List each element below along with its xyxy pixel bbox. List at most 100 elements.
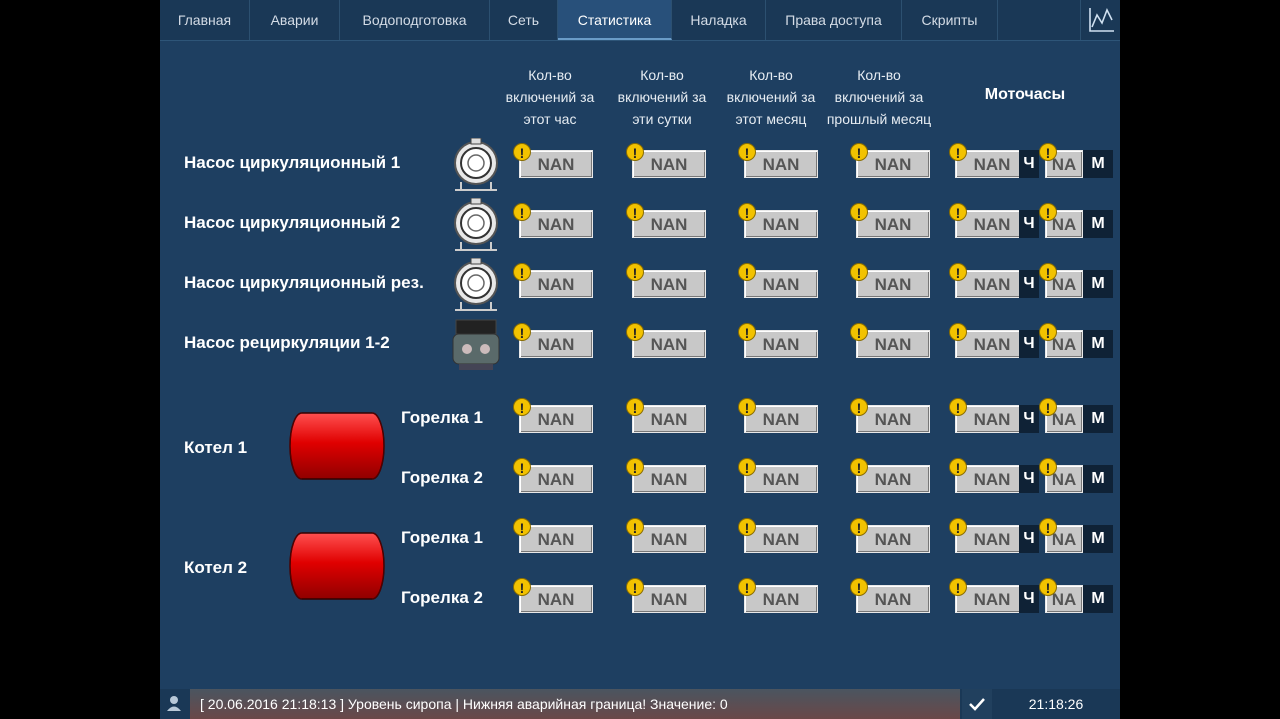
tab-item[interactable]: Права доступа [766, 0, 902, 40]
warning-icon: ! [850, 578, 868, 596]
warning-icon: ! [738, 398, 756, 416]
boiler-tank-icon[interactable] [288, 531, 386, 606]
warning-icon: ! [513, 458, 531, 476]
warning-icon: ! [738, 263, 756, 281]
warning-icon: ! [738, 518, 756, 536]
tab-item[interactable]: Скрипты [902, 0, 998, 40]
warning-icon: ! [738, 323, 756, 341]
boiler2-burner1-unit-hours: Ч [1019, 525, 1039, 553]
pump4-unit-minutes: М [1083, 330, 1113, 358]
boiler2-burner2-unit-minutes: М [1083, 585, 1113, 613]
warning-icon: ! [513, 578, 531, 596]
col-header-day: Кол-во включений за эти сутки [617, 67, 707, 127]
pump3-unit-minutes: М [1083, 270, 1113, 298]
warning-icon: ! [1039, 398, 1057, 416]
user-icon[interactable] [160, 689, 188, 719]
acknowledge-check-icon[interactable] [962, 689, 992, 719]
warning-icon: ! [738, 143, 756, 161]
label-boiler1: Котел 1 [184, 438, 248, 457]
col-header-last-month: Кол-во включений за прошлый месяц [826, 67, 932, 127]
warning-icon: ! [513, 143, 531, 161]
pump2-unit-hours: Ч [1019, 210, 1039, 238]
label-boiler2-burner1: Горелка 1 [401, 528, 483, 547]
col-header-motohours: Моточасы [984, 86, 1066, 103]
warning-icon: ! [626, 263, 644, 281]
boiler1-burner2-unit-minutes: М [1083, 465, 1113, 493]
pump-icon[interactable] [451, 197, 501, 257]
label-pump3: Насос циркуляционный рез. [184, 273, 424, 292]
warning-icon: ! [949, 143, 967, 161]
warning-icon: ! [626, 578, 644, 596]
warning-icon: ! [949, 323, 967, 341]
label-pump4: Насос рециркуляции 1-2 [184, 333, 390, 352]
warning-icon: ! [513, 203, 531, 221]
warning-icon: ! [949, 458, 967, 476]
trend-chart-icon[interactable] [1080, 0, 1120, 40]
label-pump2: Насос циркуляционный 2 [184, 213, 401, 232]
clock: 21:18:26 [1028, 696, 1084, 712]
warning-icon: ! [850, 398, 868, 416]
warning-icon: ! [949, 578, 967, 596]
warning-icon: ! [1039, 518, 1057, 536]
warning-icon: ! [949, 518, 967, 536]
warning-icon: ! [626, 398, 644, 416]
warning-icon: ! [850, 263, 868, 281]
tab-item[interactable]: Статистика [558, 0, 672, 40]
warning-icon: ! [850, 518, 868, 536]
boiler2-burner1-unit-minutes: М [1083, 525, 1113, 553]
warning-icon: ! [513, 518, 531, 536]
warning-icon: ! [513, 398, 531, 416]
warning-icon: ! [738, 578, 756, 596]
label-boiler2-burner2: Горелка 2 [401, 588, 483, 607]
pump2-unit-minutes: М [1083, 210, 1113, 238]
warning-icon: ! [850, 458, 868, 476]
warning-icon: ! [1039, 263, 1057, 281]
warning-icon: ! [1039, 578, 1057, 596]
label-pump1: Насос циркуляционный 1 [184, 153, 401, 172]
warning-icon: ! [738, 203, 756, 221]
warning-icon: ! [850, 203, 868, 221]
warning-icon: ! [850, 143, 868, 161]
pump1-unit-minutes: М [1083, 150, 1113, 178]
warning-icon: ! [1039, 458, 1057, 476]
warning-icon: ! [949, 203, 967, 221]
warning-icon: ! [626, 143, 644, 161]
status-bar: [ 20.06.2016 21:18:13 ] Уровень сиропа |… [160, 689, 1120, 719]
alarm-message[interactable]: [ 20.06.2016 21:18:13 ] Уровень сиропа |… [190, 689, 960, 719]
label-boiler1-burner1: Горелка 1 [401, 408, 483, 427]
warning-icon: ! [513, 323, 531, 341]
warning-icon: ! [626, 203, 644, 221]
warning-icon: ! [513, 263, 531, 281]
tab-item[interactable]: Главная [160, 0, 250, 40]
tab-item[interactable]: Аварии [250, 0, 340, 40]
boiler1-burner1-unit-minutes: М [1083, 405, 1113, 433]
pump-icon[interactable] [451, 137, 501, 197]
warning-icon: ! [949, 398, 967, 416]
tab-item[interactable]: Наладка [672, 0, 766, 40]
pump1-unit-hours: Ч [1019, 150, 1039, 178]
warning-icon: ! [738, 458, 756, 476]
label-boiler1-burner2: Горелка 2 [401, 468, 483, 487]
tab-item[interactable]: Водоподготовка [340, 0, 490, 40]
warning-icon: ! [626, 458, 644, 476]
label-boiler2: Котел 2 [184, 558, 248, 577]
boiler1-burner2-unit-hours: Ч [1019, 465, 1039, 493]
warning-icon: ! [1039, 143, 1057, 161]
app-window: Главная Аварии Водоподготовка Сеть Статистик… [160, 0, 1120, 719]
top-navigation: Главная Аварии Водоподготовка Сеть Статистик… [160, 0, 1120, 41]
boiler2-burner2-unit-hours: Ч [1019, 585, 1039, 613]
boiler1-burner1-unit-hours: Ч [1019, 405, 1039, 433]
warning-icon: ! [850, 323, 868, 341]
pump4-unit-hours: Ч [1019, 330, 1039, 358]
pump-icon[interactable] [451, 318, 501, 377]
warning-icon: ! [1039, 323, 1057, 341]
tab-item[interactable]: Сеть [490, 0, 558, 40]
warning-icon: ! [1039, 203, 1057, 221]
pump-icon[interactable] [451, 257, 501, 317]
warning-icon: ! [626, 323, 644, 341]
col-header-month: Кол-во включений за этот месяц [726, 67, 816, 127]
warning-icon: ! [949, 263, 967, 281]
pump3-unit-hours: Ч [1019, 270, 1039, 298]
warning-icon: ! [626, 518, 644, 536]
boiler-tank-icon[interactable] [288, 411, 386, 486]
